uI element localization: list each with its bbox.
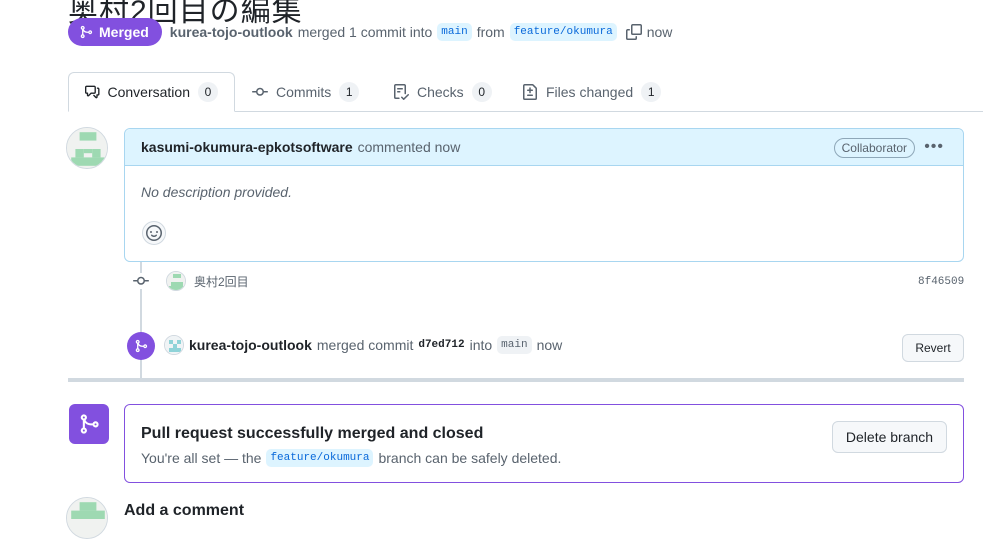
tab-files-changed[interactable]: Files changed 1 (506, 72, 677, 112)
comment-body: No description provided. (141, 184, 292, 200)
tab-commits-count: 1 (339, 82, 360, 102)
deletable-branch-tag[interactable]: feature/okumura (266, 449, 374, 467)
merge-summary: kurea-tojo-outlook merged 1 commit into … (170, 23, 673, 41)
base-branch-tag[interactable]: main (437, 23, 472, 41)
comment-author[interactable]: kasumi-okumura-epkotsoftware (141, 139, 353, 155)
tab-files-changed-label: Files changed (546, 84, 634, 100)
avatar[interactable] (164, 335, 184, 355)
merged-status-title: Pull request successfully merged and clo… (141, 425, 484, 442)
smiley-icon (146, 225, 162, 241)
merged-sub-prefix: You're all set — the (141, 450, 262, 466)
commit-message-link[interactable]: 奥村2回目 (194, 273, 249, 290)
kebab-menu-icon[interactable]: ••• (924, 139, 944, 155)
merged-event-badge (127, 332, 155, 360)
merge-event-text: merged commit (316, 337, 414, 353)
file-diff-icon (523, 84, 537, 100)
commit-event: 奥村2回目 (166, 271, 249, 291)
merge-commit-sha-link[interactable]: d7ed712 (418, 339, 464, 351)
comment-discussion-icon (85, 85, 100, 99)
into-text: into (469, 337, 493, 353)
pr-tabs: Conversation 0 Commits 1 Checks 0 Files … (68, 72, 983, 112)
tab-conversation-label: Conversation (107, 84, 191, 100)
avatar (66, 497, 108, 539)
pr-description-comment: kasumi-okumura-epkotsoftware commented n… (124, 128, 964, 262)
tab-conversation-count: 0 (198, 82, 218, 102)
git-merge-icon (135, 339, 148, 353)
identicon-avatar (67, 498, 107, 538)
timeline-divider (68, 378, 964, 382)
merged-state-badge: Merged (68, 18, 162, 46)
tab-files-changed-count: 1 (641, 82, 662, 102)
tab-commits-label: Commits (276, 84, 332, 100)
head-branch-tag[interactable]: feature/okumura (509, 23, 617, 41)
add-reaction-button[interactable] (142, 221, 166, 245)
avatar[interactable] (66, 127, 108, 169)
state-label: Merged (99, 24, 149, 40)
avatar[interactable] (166, 271, 186, 291)
from-text: from (476, 24, 505, 40)
git-merge-icon (80, 25, 93, 39)
commit-sha-link[interactable]: 8f46509 (918, 276, 964, 288)
merged-status-icon (69, 404, 109, 444)
checklist-icon (394, 84, 409, 100)
tab-checks-label: Checks (417, 84, 464, 100)
tab-commits[interactable]: Commits 1 (236, 72, 375, 112)
add-comment-heading: Add a comment (124, 502, 245, 519)
merge-base-branch-tag[interactable]: main (497, 336, 532, 354)
merge-event-time: now (536, 337, 563, 353)
identicon-avatar (67, 128, 107, 168)
pr-meta-row: Merged kurea-tojo-outlook merged 1 commi… (68, 18, 672, 46)
git-commit-icon (133, 273, 149, 289)
copy-icon[interactable] (625, 24, 642, 40)
merge-event: kurea-tojo-outlook merged commit d7ed712… (164, 335, 562, 355)
tab-checks[interactable]: Checks 0 (377, 72, 508, 112)
merged-sub-suffix: branch can be safely deleted. (378, 450, 562, 466)
delete-branch-button[interactable]: Delete branch (832, 421, 947, 453)
merger-link[interactable]: kurea-tojo-outlook (170, 24, 293, 40)
merged-status-box: Pull request successfully merged and clo… (124, 404, 964, 483)
collaborator-badge: Collaborator (833, 138, 915, 158)
identicon-avatar (165, 336, 183, 354)
merge-time: now (646, 24, 673, 40)
comment-action: commented now (357, 139, 461, 155)
git-commit-icon (252, 87, 268, 96)
merged-status-subtitle: You're all set — the feature/okumura bra… (141, 449, 561, 467)
tab-checks-count: 0 (471, 82, 492, 102)
tab-conversation[interactable]: Conversation 0 (68, 72, 235, 112)
git-merge-icon (80, 414, 99, 434)
merge-actor-link[interactable]: kurea-tojo-outlook (189, 337, 312, 353)
identicon-avatar (167, 272, 185, 290)
revert-button[interactable]: Revert (902, 334, 964, 362)
merge-summary-text: merged 1 commit into (297, 24, 433, 40)
